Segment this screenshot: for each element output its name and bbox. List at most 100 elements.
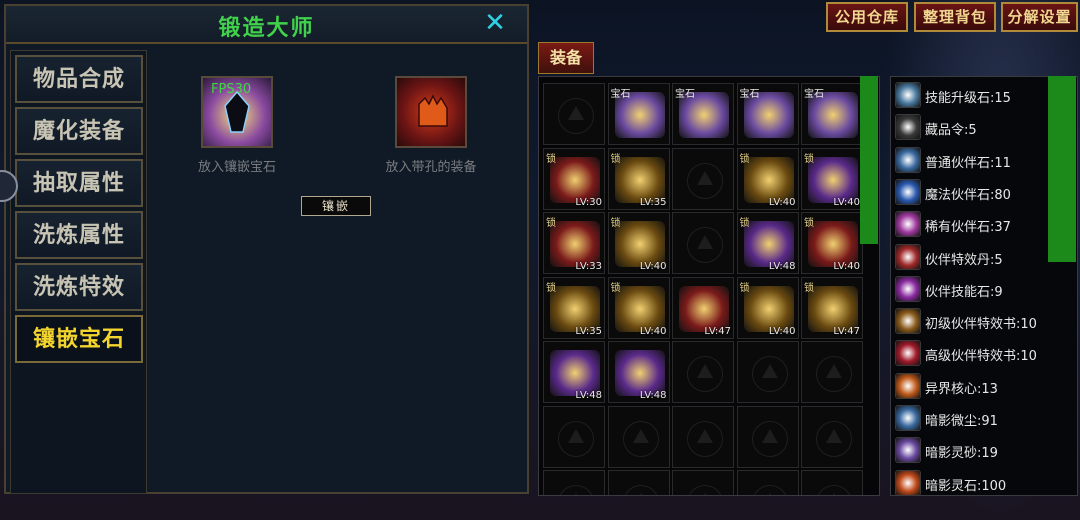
slot-placeholder-icon — [558, 485, 594, 495]
bag-item[interactable]: LV:48 — [543, 341, 605, 403]
material-label: 暗影微尘:91 — [925, 414, 998, 429]
bag-item[interactable]: 锁 LV:35 — [543, 276, 605, 339]
lock-badge: 锁 — [804, 218, 814, 229]
bag-item[interactable]: 锁 LV:40 — [736, 147, 799, 210]
material-label: 暗影灵砂:19 — [925, 446, 998, 462]
forge-master-panel: 锻造大师 ✕ 物品合成 魔化装备 抽取属性 洗炼属性 洗炼特效 镶嵌宝石 FPS30 放入… — [4, 4, 529, 494]
material-item[interactable]: 伙伴技能石:9 — [893, 275, 1073, 305]
bag-item[interactable]: 宝石 — [672, 83, 734, 145]
bag-grid: 宝石 宝石 宝石 宝石锁 LV:30 锁 LV:35 锁 LV:40 锁 LV:40 锁 LV:33 锁 L… — [538, 76, 880, 496]
material-label: 伙伴技能石:9 — [925, 284, 1003, 300]
material-label: 异界核心:13 — [925, 381, 998, 397]
bag-item[interactable]: 宝石 — [801, 83, 863, 145]
tab-forge-2[interactable]: 抽取属性 — [15, 159, 143, 207]
lock-badge: 锁 — [610, 153, 621, 165]
bag-item[interactable]: 锁 LV:40 — [607, 212, 670, 274]
material-item[interactable]: 初级伙伴特效书:10 — [893, 307, 1073, 337]
material-item[interactable]: 伙伴特效丹:5 — [893, 243, 1073, 273]
item-level: LV:35 — [575, 325, 602, 337]
gem-slot[interactable]: FPS30 — [201, 76, 273, 148]
tab-forge-5[interactable]: 镶嵌宝石 — [15, 315, 143, 363]
empty-bag-slot — [736, 405, 799, 468]
material-item[interactable]: 魔法伙伴石:80 — [893, 178, 1073, 208]
slot-placeholder-icon — [751, 356, 788, 392]
slot-placeholder-icon — [687, 162, 723, 199]
material-item[interactable]: 技能升级石:15 — [893, 81, 1073, 111]
slot-placeholder-icon — [687, 227, 723, 263]
gem-slot-label: 放入镶嵌宝石 — [197, 160, 276, 175]
lock-badge: 锁 — [546, 153, 556, 165]
tab-forge-1[interactable]: 魔化装备 — [15, 107, 143, 155]
empty-bag-slot — [672, 147, 734, 210]
item-level: LV:40 — [768, 196, 796, 208]
tab-forge-4[interactable]: 洗炼特效 — [15, 263, 143, 311]
lock-badge: 锁 — [610, 282, 621, 294]
gem-badge: 宝石 — [610, 89, 631, 100]
bag-scrollbar[interactable] — [860, 76, 878, 244]
lock-badge: 锁 — [739, 218, 750, 229]
material-item[interactable]: 异界核心:13 — [893, 372, 1073, 402]
item-level: LV:48 — [575, 390, 602, 401]
material-item[interactable]: 稀有伙伴石:37 — [893, 210, 1073, 240]
slot-placeholder-icon — [816, 420, 852, 457]
book-icon — [895, 340, 921, 367]
lock-badge: 锁 — [610, 218, 621, 229]
slot-placeholder-icon — [751, 420, 788, 457]
equipment-slot[interactable] — [395, 76, 467, 148]
bag-item[interactable]: LV:47 — [672, 276, 734, 339]
bag-item[interactable]: 宝石 — [607, 83, 670, 145]
bag-item[interactable]: 锁 LV:40 — [736, 276, 799, 339]
material-item[interactable]: 藏品令:5 — [893, 113, 1073, 143]
bag-item[interactable]: 宝石 — [736, 83, 799, 145]
material-label: 伙伴特效丹:5 — [925, 252, 1003, 268]
empty-bag-slot — [801, 405, 863, 468]
material-label: 魔法伙伴石:80 — [925, 187, 1011, 203]
close-icon[interactable]: ✕ — [481, 9, 509, 37]
bag-item[interactable]: 锁 LV:48 — [736, 212, 799, 274]
gem-badge: 宝石 — [804, 89, 824, 100]
material-label: 藏品令:5 — [925, 123, 977, 139]
gauntlet-icon — [418, 94, 448, 127]
empty-bag-slot — [543, 470, 605, 495]
crystal-icon — [895, 211, 921, 238]
material-scrollbar[interactable] — [1048, 76, 1076, 262]
item-level: LV:40 — [833, 261, 860, 272]
item-level: LV:40 — [768, 325, 796, 337]
embed-button[interactable]: 镶嵌 — [301, 196, 371, 216]
material-item[interactable]: 普通伙伴石:11 — [893, 146, 1073, 176]
public-warehouse-button[interactable]: 公用仓库 — [826, 2, 908, 32]
slot-placeholder-icon — [622, 420, 659, 457]
forge-title: 锻造大师 — [218, 15, 315, 41]
item-level: LV:30 — [575, 196, 602, 208]
material-label: 初级伙伴特效书:10 — [925, 317, 1037, 333]
bag-item[interactable]: 锁 LV:33 — [543, 212, 605, 274]
empty-bag-slot — [543, 83, 605, 145]
lock-badge: 锁 — [546, 218, 556, 229]
shadow-stone-icon — [895, 469, 921, 495]
bag-item[interactable]: 锁 LV:35 — [607, 147, 670, 210]
material-item[interactable]: 高级伙伴特效书:10 — [893, 339, 1073, 369]
sort-bag-button[interactable]: 整理背包 — [914, 2, 996, 32]
empty-bag-slot — [672, 212, 734, 274]
material-item[interactable]: 暗影灵砂:19 — [893, 436, 1073, 466]
item-level: LV:48 — [639, 390, 667, 401]
tab-forge-0[interactable]: 物品合成 — [15, 55, 143, 103]
empty-bag-slot — [672, 405, 734, 468]
bag-item[interactable]: 锁 LV:40 — [801, 212, 863, 274]
tab-forge-3[interactable]: 洗炼属性 — [15, 211, 143, 259]
material-item[interactable]: 暗影灵石:100 — [893, 469, 1073, 495]
empty-bag-slot — [607, 405, 670, 468]
bag-item[interactable]: 锁 LV:30 — [543, 147, 605, 210]
item-level: LV:40 — [639, 261, 667, 272]
bag-item[interactable]: 锁 LV:47 — [801, 276, 863, 339]
material-label: 稀有伙伴石:37 — [925, 220, 1011, 236]
bag-item[interactable]: LV:48 — [607, 341, 670, 403]
bag-item[interactable]: 锁 LV:40 — [607, 276, 670, 339]
material-item[interactable]: 暗影微尘:91 — [893, 404, 1073, 434]
gem-badge: 宝石 — [675, 89, 695, 100]
tab-equipment[interactable]: 装备 — [538, 42, 594, 74]
slot-placeholder-icon — [687, 485, 723, 495]
dismantle-settings-button[interactable]: 分解设置 — [1001, 2, 1078, 32]
bag-item[interactable]: 锁 LV:40 — [801, 147, 863, 210]
slot-placeholder-icon — [751, 485, 788, 495]
